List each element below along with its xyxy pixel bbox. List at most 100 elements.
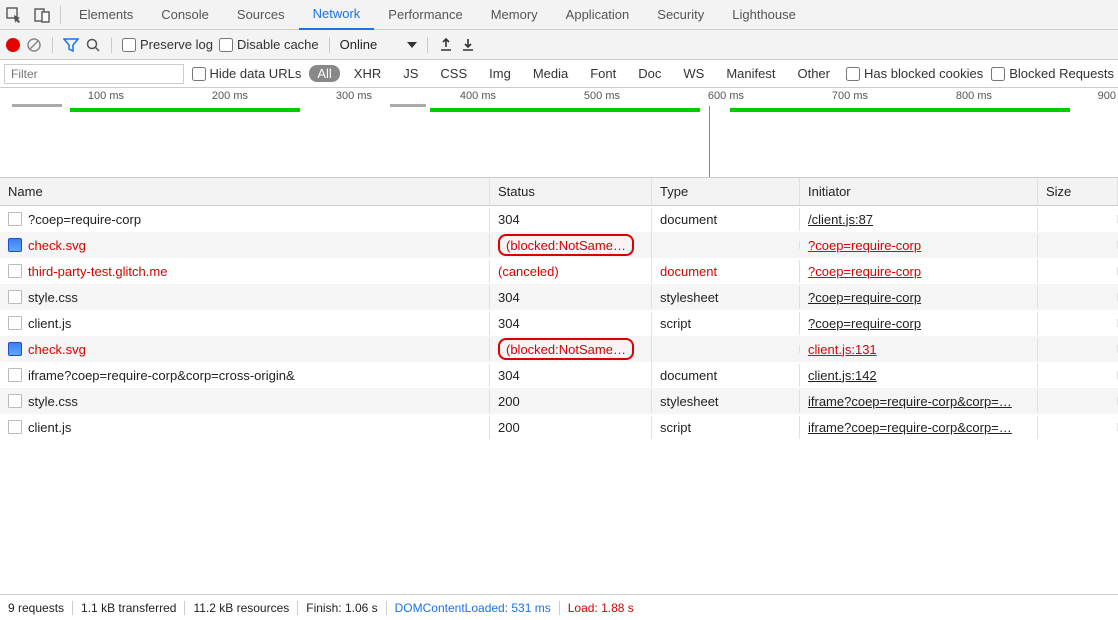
request-type: stylesheet xyxy=(652,286,800,309)
tab-elements[interactable]: Elements xyxy=(65,0,147,30)
type-filter-all[interactable]: All xyxy=(309,65,339,82)
request-size xyxy=(1038,267,1118,275)
tab-performance[interactable]: Performance xyxy=(374,0,476,30)
hide-data-urls-checkbox[interactable]: Hide data URLs xyxy=(192,66,302,81)
domcontentloaded-marker xyxy=(709,106,710,177)
request-name: client.js xyxy=(28,316,71,331)
timeline-tick: 800 ms xyxy=(956,90,992,102)
type-filter-ws[interactable]: WS xyxy=(675,65,712,82)
type-filter-css[interactable]: CSS xyxy=(432,65,475,82)
col-type[interactable]: Type xyxy=(652,178,800,205)
record-button[interactable] xyxy=(6,38,20,52)
request-size xyxy=(1038,215,1118,223)
type-filter-doc[interactable]: Doc xyxy=(630,65,669,82)
tab-memory[interactable]: Memory xyxy=(477,0,552,30)
timeline-tick: 400 ms xyxy=(460,90,496,102)
toggle-device-icon[interactable] xyxy=(28,1,56,29)
initiator-link[interactable]: ?coep=require-corp xyxy=(808,264,921,279)
request-status: 200 xyxy=(490,416,652,439)
initiator-link[interactable]: iframe?coep=require-corp&corp=… xyxy=(808,420,1012,435)
preserve-log-checkbox[interactable]: Preserve log xyxy=(122,37,213,52)
initiator-link[interactable]: iframe?coep=require-corp&corp=… xyxy=(808,394,1012,409)
filter-input[interactable] xyxy=(4,64,184,84)
col-initiator[interactable]: Initiator xyxy=(800,178,1038,205)
initiator-link[interactable]: /client.js:87 xyxy=(808,212,873,227)
document-file-icon xyxy=(8,420,22,434)
type-filter-other[interactable]: Other xyxy=(789,65,838,82)
tab-lighthouse[interactable]: Lighthouse xyxy=(718,0,810,30)
initiator-link[interactable]: client.js:142 xyxy=(808,368,877,383)
status-finish: Finish: 1.06 s xyxy=(306,601,377,615)
download-har-icon[interactable] xyxy=(460,37,476,53)
timeline-tick: 700 ms xyxy=(832,90,868,102)
status-domcontentloaded: DOMContentLoaded: 531 ms xyxy=(395,601,551,615)
type-filter-img[interactable]: Img xyxy=(481,65,519,82)
request-table: Name Status Type Initiator Size ?coep=re… xyxy=(0,178,1118,594)
timeline-tick: 900 xyxy=(1098,90,1116,102)
initiator-link[interactable]: ?coep=require-corp xyxy=(808,290,921,305)
disable-cache-checkbox[interactable]: Disable cache xyxy=(219,37,319,52)
table-row[interactable]: client.js304script?coep=require-corp xyxy=(0,310,1118,336)
request-name: iframe?coep=require-corp&corp=cross-orig… xyxy=(28,368,295,383)
request-name: check.svg xyxy=(28,238,86,253)
initiator-link[interactable]: ?coep=require-corp xyxy=(808,238,921,253)
status-requests: 9 requests xyxy=(8,601,64,615)
devtools-topbar: ElementsConsoleSourcesNetworkPerformance… xyxy=(0,0,1118,30)
col-size[interactable]: Size xyxy=(1038,178,1118,205)
col-name[interactable]: Name xyxy=(0,178,490,205)
table-row[interactable]: style.css304stylesheet?coep=require-corp xyxy=(0,284,1118,310)
has-blocked-cookies-checkbox[interactable]: Has blocked cookies xyxy=(846,66,983,81)
status-transferred: 1.1 kB transferred xyxy=(81,601,176,615)
request-status: 200 xyxy=(490,390,652,413)
request-size xyxy=(1038,371,1118,379)
request-status: (blocked:NotSame… xyxy=(490,230,652,260)
table-row[interactable]: third-party-test.glitch.me(canceled)docu… xyxy=(0,258,1118,284)
upload-har-icon[interactable] xyxy=(438,37,454,53)
filter-icon[interactable] xyxy=(63,37,79,53)
request-type: document xyxy=(652,208,800,231)
tab-security[interactable]: Security xyxy=(643,0,718,30)
table-row[interactable]: check.svg (blocked:NotSame… ?coep=require-… xyxy=(0,232,1118,258)
inspect-element-icon[interactable] xyxy=(0,1,28,29)
type-filter-js[interactable]: JS xyxy=(395,65,426,82)
type-filter-xhr[interactable]: XHR xyxy=(346,65,389,82)
request-type: script xyxy=(652,416,800,439)
request-size xyxy=(1038,423,1118,431)
table-row[interactable]: style.css200stylesheetiframe?coep=requir… xyxy=(0,388,1118,414)
request-size xyxy=(1038,319,1118,327)
throttling-select[interactable]: Online xyxy=(340,37,418,52)
status-resources: 11.2 kB resources xyxy=(193,601,289,615)
type-filter-font[interactable]: Font xyxy=(582,65,624,82)
document-file-icon xyxy=(8,290,22,304)
table-row[interactable]: check.svg(blocked:NotSame…client.js:131 xyxy=(0,336,1118,362)
tab-sources[interactable]: Sources xyxy=(223,0,299,30)
blocked-requests-checkbox[interactable]: Blocked Requests xyxy=(991,66,1114,81)
tab-application[interactable]: Application xyxy=(552,0,644,30)
network-toolbar: Preserve log Disable cache Online xyxy=(0,30,1118,60)
table-row[interactable]: iframe?coep=require-corp&corp=cross-orig… xyxy=(0,362,1118,388)
initiator-link[interactable]: ?coep=require-corp xyxy=(808,316,921,331)
tab-console[interactable]: Console xyxy=(147,0,223,30)
image-file-icon xyxy=(8,238,22,252)
type-filter-manifest[interactable]: Manifest xyxy=(718,65,783,82)
document-file-icon xyxy=(8,368,22,382)
tab-network[interactable]: Network xyxy=(299,0,375,30)
request-type: document xyxy=(652,364,800,387)
status-bar: 9 requests 1.1 kB transferred 11.2 kB re… xyxy=(0,594,1118,620)
initiator-link[interactable]: client.js:131 xyxy=(808,342,877,357)
request-size xyxy=(1038,241,1118,249)
timeline-tick: 100 ms xyxy=(88,90,124,102)
table-row[interactable]: ?coep=require-corp304document/client.js:… xyxy=(0,206,1118,232)
search-icon[interactable] xyxy=(85,37,101,53)
clear-icon[interactable] xyxy=(26,37,42,53)
request-size xyxy=(1038,293,1118,301)
request-name: ?coep=require-corp xyxy=(28,212,141,227)
timeline-tick: 200 ms xyxy=(212,90,248,102)
request-size xyxy=(1038,397,1118,405)
request-name: client.js xyxy=(28,420,71,435)
table-row[interactable]: client.js 200script iframe?coep=require-co… xyxy=(0,414,1118,440)
col-status[interactable]: Status xyxy=(490,178,652,205)
timeline-tick: 300 ms xyxy=(336,90,372,102)
timeline-overview[interactable]: 100 ms200 ms300 ms400 ms500 ms600 ms700 … xyxy=(0,88,1118,178)
type-filter-media[interactable]: Media xyxy=(525,65,576,82)
